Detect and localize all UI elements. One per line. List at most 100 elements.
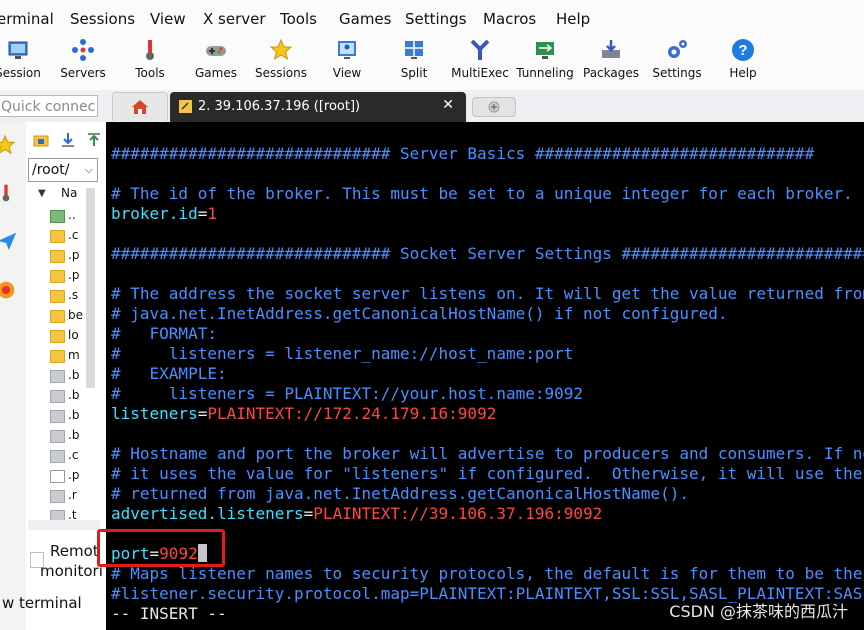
file-row[interactable]: .p: [50, 468, 90, 486]
terminal-line: # The id of the broker. This must be set…: [111, 184, 853, 204]
file-row[interactable]: .b: [50, 368, 90, 386]
session-tab-title: 2. 39.106.37.196 ([root]): [198, 99, 361, 114]
file-name: .b: [68, 408, 80, 422]
path-value: /root/: [32, 162, 70, 178]
star-icon: [269, 38, 293, 61]
terminal-line: # Maps listener names to security protoc…: [111, 564, 864, 584]
terminal-text: advertised.listeners: [111, 504, 304, 523]
terminal-text: =: [197, 204, 208, 223]
tools-icon[interactable]: [0, 182, 16, 204]
terminal-text: PLAINTEXT://39.106.37.196:9092: [313, 504, 603, 523]
file-row[interactable]: .b: [50, 408, 90, 426]
file-row[interactable]: .b: [50, 388, 90, 406]
terminal-line: # Hostname and port the broker will adve…: [111, 444, 864, 464]
terminal-line: -- INSERT --: [111, 604, 227, 624]
file-row[interactable]: ..: [50, 208, 90, 226]
terminal-text: # java.net.InetAddress.getCanonicalHostN…: [111, 304, 728, 323]
file-icon: [50, 370, 65, 383]
split-icon: [405, 41, 423, 59]
split-button[interactable]: Split: [381, 34, 447, 90]
paper-plane-icon[interactable]: [0, 230, 18, 252]
watermark: CSDN @抹茶味的西瓜汁: [669, 602, 848, 621]
file-name: m: [68, 348, 80, 362]
session-button[interactable]: Session: [0, 34, 51, 90]
path-select[interactable]: /root/ ⌵: [28, 158, 98, 182]
menu-macros[interactable]: Macros: [483, 10, 536, 28]
menu-games[interactable]: Games: [339, 10, 391, 28]
tunneling-button[interactable]: Tunneling: [512, 34, 578, 90]
star-icon[interactable]: [0, 134, 16, 156]
column-header-name[interactable]: Na: [61, 186, 77, 200]
folder-icon: [50, 290, 65, 303]
menu-bar: erminal Sessions View X server Tools Gam…: [0, 0, 864, 35]
upload-icon[interactable]: [86, 132, 102, 148]
collapse-chevron-icon[interactable]: ▼: [38, 188, 46, 199]
terminal-text: =: [303, 504, 314, 523]
file-name: .b: [68, 388, 80, 402]
games-button[interactable]: Games: [183, 34, 249, 90]
help-button[interactable]: ? Help: [710, 34, 776, 90]
folder-icon: [50, 350, 65, 363]
file-name: .s: [68, 288, 79, 302]
parent-folder-icon: [50, 210, 65, 223]
folder-icon: [50, 330, 65, 343]
settings-button[interactable]: Settings: [644, 34, 710, 90]
tools-button[interactable]: Tools: [117, 34, 183, 90]
menu-view[interactable]: View: [150, 10, 186, 28]
remote-monitoring-label-line2: monitori: [40, 562, 103, 580]
packages-button[interactable]: Packages: [578, 34, 644, 90]
view-icon: [338, 41, 356, 59]
sessions-button[interactable]: Sessions: [248, 34, 314, 90]
file-row[interactable]: be: [50, 308, 90, 326]
terminal-line: # The address the socket server listens …: [111, 284, 864, 304]
view-button[interactable]: View: [314, 34, 380, 90]
folder-icon: [50, 270, 65, 283]
horizontal-scrollbar[interactable]: [28, 520, 100, 530]
menu-terminal[interactable]: erminal: [0, 10, 54, 28]
follow-terminal-label[interactable]: w terminal: [0, 594, 108, 616]
file-row[interactable]: .b: [50, 428, 90, 446]
file-row[interactable]: lo: [50, 328, 90, 346]
file-row[interactable]: .p: [50, 268, 90, 286]
file-list-scrollbar[interactable]: [86, 188, 95, 388]
file-row[interactable]: .p: [50, 248, 90, 266]
home-tab[interactable]: [112, 92, 168, 121]
file-icon: [50, 450, 65, 463]
terminal-text: # The id of the broker. This must be set…: [111, 184, 853, 203]
menu-sessions[interactable]: Sessions: [70, 10, 135, 28]
quick-connect-input[interactable]: Quick connec: [0, 95, 98, 117]
file-row[interactable]: .r: [50, 488, 90, 506]
terminal-line: # FORMAT:: [111, 324, 217, 344]
menu-help[interactable]: Help: [556, 10, 590, 28]
file-row[interactable]: .c: [50, 448, 90, 466]
file-row[interactable]: .c: [50, 228, 90, 246]
file-row[interactable]: m: [50, 348, 90, 366]
terminal-line: broker.id=1: [111, 204, 217, 224]
menu-x-server[interactable]: X server: [203, 10, 266, 28]
servers-button[interactable]: Servers: [50, 34, 116, 90]
menu-tools[interactable]: Tools: [280, 10, 317, 28]
file-name: .r: [68, 488, 77, 502]
svg-text:?: ?: [738, 42, 747, 59]
session-tab[interactable]: 2. 39.106.37.196 ([root]) ✕: [170, 92, 466, 122]
file-icon: [50, 410, 65, 423]
new-tab-button[interactable]: [472, 97, 516, 117]
terminal-line: ############################# Socket Ser…: [111, 244, 864, 264]
help-label: Help: [729, 66, 757, 80]
file-name: .p: [68, 468, 80, 482]
remote-monitoring-label-line1: Remot: [50, 542, 99, 560]
file-name: .c: [68, 448, 79, 462]
terminal-line: listeners=PLAINTEXT://172.24.179.16:9092: [111, 404, 496, 424]
file-row[interactable]: .s: [50, 288, 90, 306]
plus-icon: [488, 101, 500, 113]
multiexec-button[interactable]: MultiExec: [447, 34, 513, 90]
macro-icon[interactable]: [0, 280, 16, 300]
packages-icon: [602, 40, 620, 58]
close-tab-icon[interactable]: ✕: [442, 97, 454, 113]
file-icon: [50, 430, 65, 443]
menu-settings[interactable]: Settings: [405, 10, 467, 28]
download-icon[interactable]: [60, 132, 76, 148]
folder-icon[interactable]: [33, 132, 49, 148]
file-name: ..: [68, 208, 76, 222]
remote-monitoring-toggle[interactable]: Remot monitori: [26, 540, 106, 588]
